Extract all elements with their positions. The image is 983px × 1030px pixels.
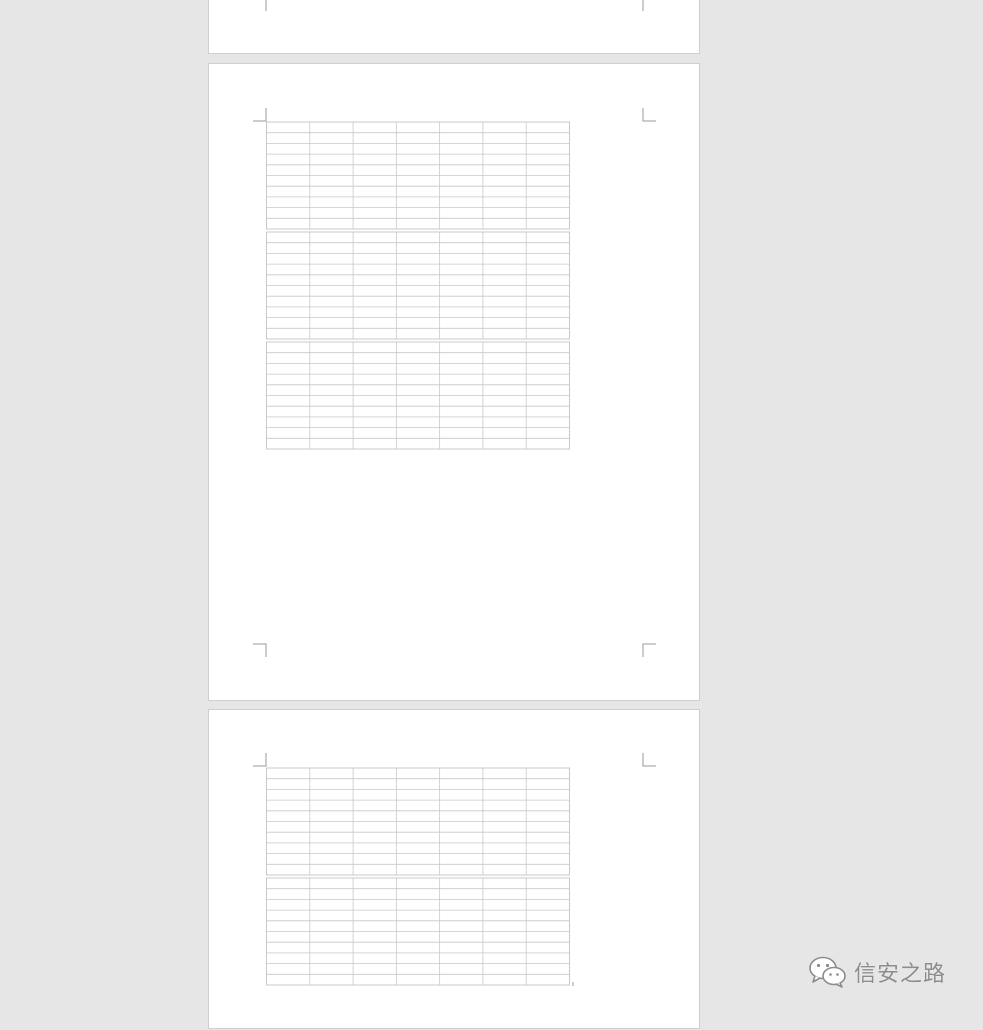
table-block[interactable]: [266, 121, 570, 230]
table-grid-group[interactable]: [266, 121, 571, 451]
document-page-1[interactable]: [208, 0, 700, 54]
watermark: 信安之路: [808, 952, 968, 992]
margin-marks: [265, 0, 644, 11]
table-block[interactable]: [266, 877, 570, 986]
table-block[interactable]: [266, 341, 570, 450]
table-block[interactable]: [266, 767, 570, 876]
table-block[interactable]: [266, 231, 570, 340]
watermark-text: 信安之路: [854, 962, 947, 987]
document-page-3[interactable]: [208, 709, 700, 1029]
wechat-icon: [809, 956, 846, 988]
document-page-2[interactable]: [208, 63, 700, 701]
table-grid-group[interactable]: [266, 767, 571, 989]
